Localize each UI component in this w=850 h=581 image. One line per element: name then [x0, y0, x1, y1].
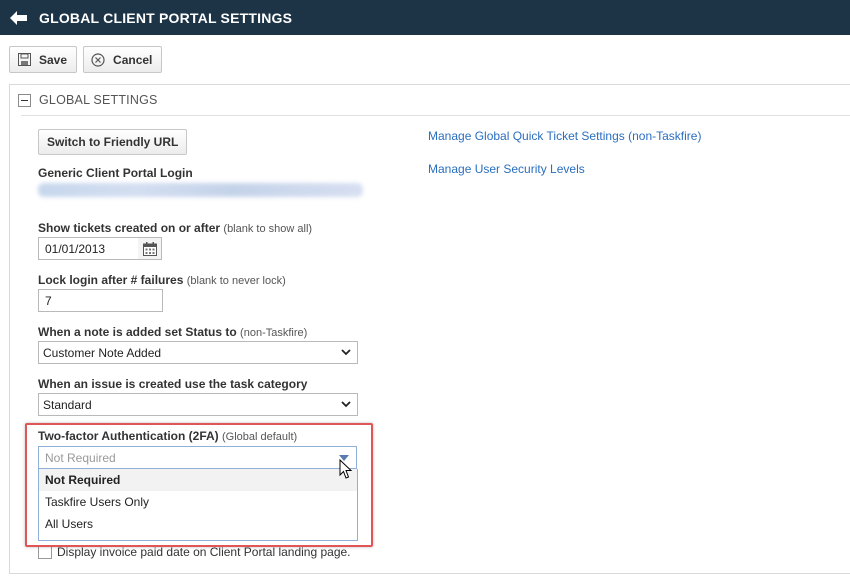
user-security-levels-link[interactable]: Manage User Security Levels [428, 162, 585, 176]
save-button-label: Save [39, 52, 68, 67]
task-category-select[interactable]: Standard [38, 393, 358, 416]
security-levels-link-wrap: Manage User Security Levels [428, 162, 585, 176]
toolbar: Save Cancel [9, 46, 163, 73]
lock-login-failures-input[interactable]: 7 [38, 289, 163, 312]
save-button[interactable]: Save [9, 46, 78, 73]
panel-divider [21, 115, 850, 116]
cancel-circle-icon [91, 52, 105, 67]
note-status-select[interactable]: Customer Note Added [38, 341, 358, 364]
note-status-label: When a note is added set Status to (non-… [38, 325, 307, 339]
collapse-icon[interactable] [18, 93, 31, 107]
show-tickets-date-input[interactable]: 01/01/2013 [38, 237, 139, 260]
invoice-paid-date-row: Display invoice paid date on Client Port… [38, 545, 351, 559]
page-title: GLOBAL CLIENT PORTAL SETTINGS [39, 9, 293, 26]
generic-login-label: Generic Client Portal Login [38, 166, 193, 180]
page-header: GLOBAL CLIENT PORTAL SETTINGS [0, 0, 850, 35]
panel-title: GLOBAL SETTINGS [39, 93, 158, 107]
note-status-label-text: When a note is added set Status to [38, 325, 237, 339]
calendar-icon[interactable] [138, 237, 162, 260]
lock-login-label: Lock login after # failures (blank to ne… [38, 273, 286, 287]
lock-login-hint: (blank to never lock) [186, 275, 286, 287]
quick-ticket-settings-link[interactable]: Manage Global Quick Ticket Settings (non… [428, 129, 701, 143]
generic-login-url-redacted[interactable] [38, 183, 363, 197]
show-tickets-hint: (blank to show all) [223, 223, 313, 235]
note-status-value: Customer Note Added [43, 345, 162, 360]
quick-ticket-settings-link-wrap: Manage Global Quick Ticket Settings (non… [428, 129, 701, 143]
show-tickets-label: Show tickets created on or after (blank … [38, 221, 312, 235]
note-status-hint: (non-Taskfire) [240, 327, 308, 339]
mouse-pointer-icon [339, 458, 353, 483]
chevron-down-icon [338, 349, 354, 356]
chevron-down-icon [338, 401, 354, 408]
cancel-button[interactable]: Cancel [83, 46, 163, 73]
invoice-paid-date-label: Display invoice paid date on Client Port… [57, 545, 351, 559]
show-tickets-label-text: Show tickets created on or after [38, 221, 221, 235]
floppy-disk-icon [17, 53, 31, 67]
panel-header: GLOBAL SETTINGS [10, 85, 850, 115]
task-category-label: When an issue is created use the task ca… [38, 377, 308, 391]
arrow-left-icon[interactable] [10, 10, 28, 25]
tfa-highlight-box [25, 423, 373, 547]
invoice-paid-date-checkbox[interactable] [38, 545, 52, 559]
cancel-button-label: Cancel [113, 52, 153, 67]
lock-login-label-text: Lock login after # failures [38, 273, 184, 287]
task-category-value: Standard [43, 397, 92, 412]
switch-friendly-url-button[interactable]: Switch to Friendly URL [38, 129, 188, 155]
